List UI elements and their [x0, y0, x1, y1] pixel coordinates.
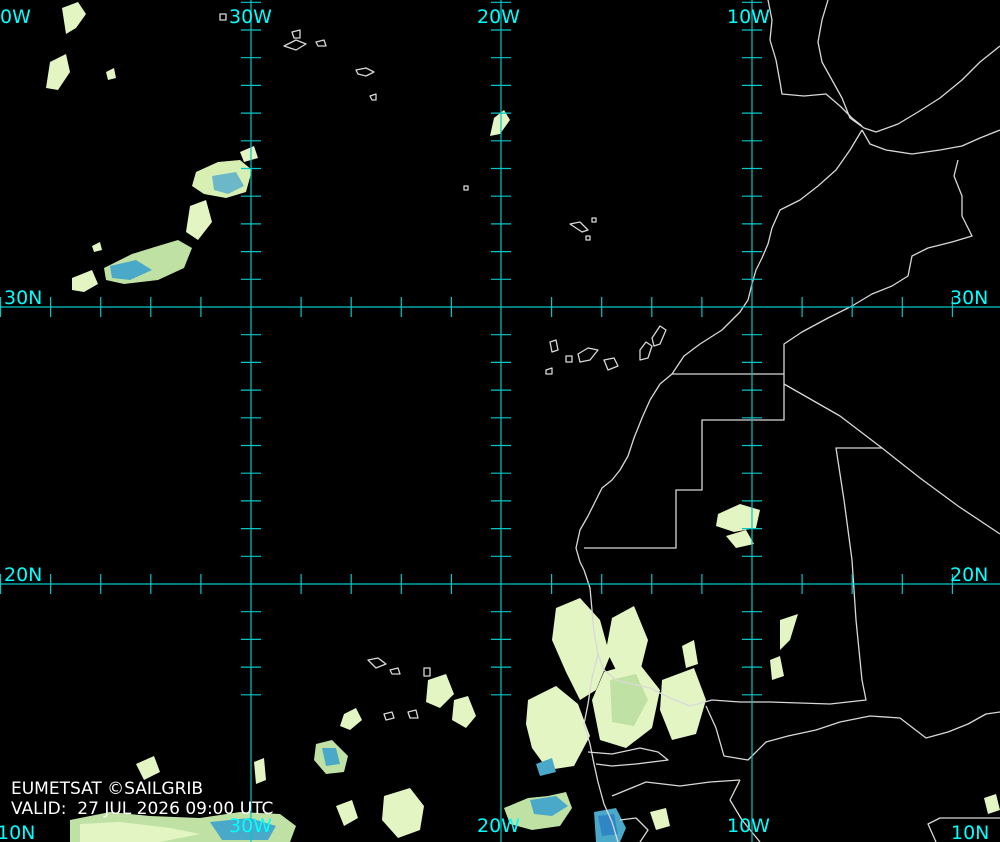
label-top-30w: 30W [229, 6, 272, 28]
label-top-10w: 10W [727, 6, 770, 28]
label-bottom-20w: 20W [477, 815, 520, 837]
credits-source: EUMETSAT ©SAILGRIB [11, 779, 204, 799]
label-left-30n: 30N [4, 287, 43, 309]
label-right-30n: 30N [950, 287, 989, 309]
satellite-map[interactable]: 0W 30W 20W 10W 30N 30N 20N 20N 10N 30W 2… [0, 0, 1000, 842]
label-bottom-left-lat: 10N [0, 822, 36, 842]
label-bottom-right-lat: 10N [951, 822, 990, 842]
label-left-20n: 20N [4, 564, 43, 586]
label-bottom-30w: 30W [229, 815, 272, 837]
map-canvas [0, 0, 1000, 842]
label-right-20n: 20N [950, 564, 989, 586]
cloud-layer [46, 2, 1000, 842]
credits-valid-time: VALID: 27 JUL 2026 09:00 UTC [11, 799, 274, 819]
label-top-left-lon: 0W [0, 6, 31, 28]
graticule-ticks [0, 1, 954, 696]
label-top-20w: 20W [477, 6, 520, 28]
label-bottom-10w: 10W [727, 815, 770, 837]
credits-block: EUMETSAT ©SAILGRIB VALID: 27 JUL 2026 09… [11, 779, 273, 819]
